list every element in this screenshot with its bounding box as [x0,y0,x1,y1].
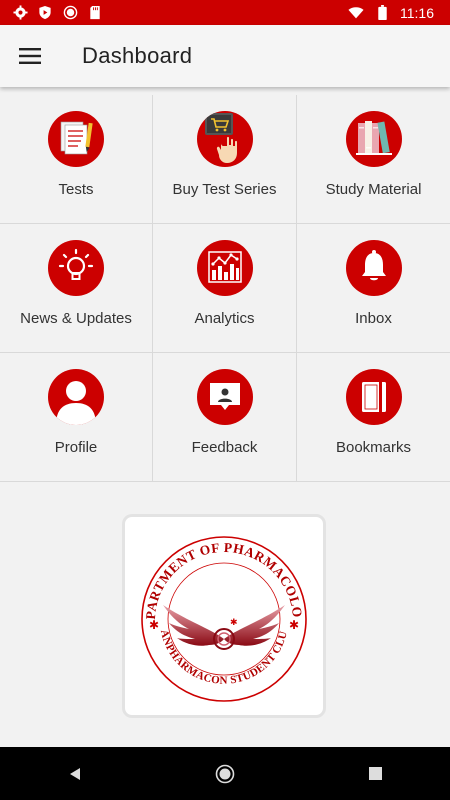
club-logo-emblem: DEPARTMENT OF PHARMACOLOGY PANPHARMACON … [129,521,307,702]
tile-label: Inbox [355,310,392,327]
wifi-icon [348,5,364,21]
svg-text:✱: ✱ [289,618,299,632]
feedback-icon [196,369,253,425]
tile-label: Feedback [191,439,258,456]
gear-icon [12,5,28,21]
shopping-cart-icon [196,111,253,167]
bookmark-icon [345,369,402,425]
back-icon[interactable] [45,747,105,800]
shield-icon [37,5,53,21]
svg-text:✱: ✱ [230,618,238,628]
club-logo: DEPARTMENT OF PHARMACOLOGY PANPHARMACON … [122,514,326,718]
svg-text:✱: ✱ [149,618,159,632]
tile-label: Analytics [194,310,255,327]
home-icon[interactable] [195,747,255,800]
hamburger-menu-icon[interactable] [0,25,60,87]
record-icon [62,5,78,21]
tile-label: Profile [54,439,98,456]
tile-buy-test-series[interactable]: Buy Test Series [153,95,297,224]
tile-label: Bookmarks [335,439,412,456]
app-bar: Dashboard [0,25,450,87]
tile-tests[interactable]: Tests [0,95,153,224]
tile-label: Buy Test Series [172,181,277,198]
person-icon [48,369,104,425]
analytics-chart-icon [196,240,253,296]
tile-label: Tests [58,181,94,198]
tile-feedback[interactable]: Feedback [153,353,297,482]
lightbulb-icon [48,240,104,296]
test-sheets-icon [48,111,104,167]
page-title: Dashboard [82,43,193,68]
clock-time: 11:16 [400,4,434,21]
tile-analytics[interactable]: Analytics [153,224,297,353]
bell-icon [345,240,402,296]
tile-profile[interactable]: Profile [0,353,153,482]
tile-label: Study Material [325,181,422,198]
battery-icon [374,5,390,21]
sd-card-icon [87,5,103,21]
tile-bookmarks[interactable]: Bookmarks [297,353,450,482]
books-icon [345,111,402,167]
dashboard-grid: Tests Buy Test Series Study Material New… [0,95,450,482]
tile-label: News & Updates [20,310,132,327]
system-nav-bar [0,747,450,800]
tile-inbox[interactable]: Inbox [297,224,450,353]
recents-icon[interactable] [345,747,405,800]
tile-news-updates[interactable]: News & Updates [0,224,153,353]
tile-study-material[interactable]: Study Material [297,95,450,224]
status-bar: 11:16 [0,0,450,25]
